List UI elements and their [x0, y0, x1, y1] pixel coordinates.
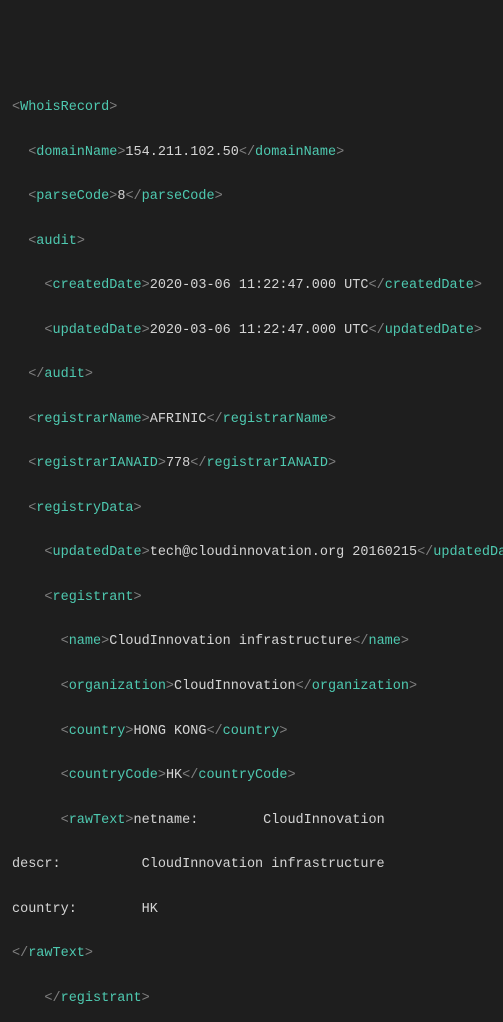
xml-createdDate: <createdDate>2020-03-06 11:22:47.000 UTC… — [0, 275, 503, 297]
xml-close-audit: </audit> — [0, 364, 503, 386]
xml-parseCode: <parseCode>8</parseCode> — [0, 186, 503, 208]
xml-open-root: <WhoisRecord> — [0, 97, 503, 119]
xml-registrant-organization: <organization>CloudInnovation</organizat… — [0, 676, 503, 698]
xml-updatedDate: <updatedDate>2020-03-06 11:22:47.000 UTC… — [0, 320, 503, 342]
xml-registrant-rawText-line1: <rawText>netname: CloudInnovation — [0, 810, 503, 832]
xml-open-audit: <audit> — [0, 231, 503, 253]
xml-registrarName: <registrarName>AFRINIC</registrarName> — [0, 409, 503, 431]
xml-open-registrant: <registrant> — [0, 587, 503, 609]
xml-registrant-countryCode: <countryCode>HK</countryCode> — [0, 765, 503, 787]
xml-registrarIANAID: <registrarIANAID>778</registrarIANAID> — [0, 453, 503, 475]
xml-open-registryData: <registryData> — [0, 498, 503, 520]
xml-domainName: <domainName>154.211.102.50</domainName> — [0, 142, 503, 164]
xml-registryData-updatedDate: <updatedDate>tech@cloudinnovation.org 20… — [0, 542, 503, 564]
xml-registrant-country: <country>HONG KONG</country> — [0, 721, 503, 743]
xml-close-registrant: </registrant> — [0, 988, 503, 1010]
xml-registrant-rawText-line2: descr: CloudInnovation infrastructure — [0, 854, 503, 876]
xml-registrant-name: <name>CloudInnovation infrastructure</na… — [0, 631, 503, 653]
xml-close-registrant-rawText: </rawText> — [0, 943, 503, 965]
xml-registrant-rawText-line3: country: HK — [0, 899, 503, 921]
